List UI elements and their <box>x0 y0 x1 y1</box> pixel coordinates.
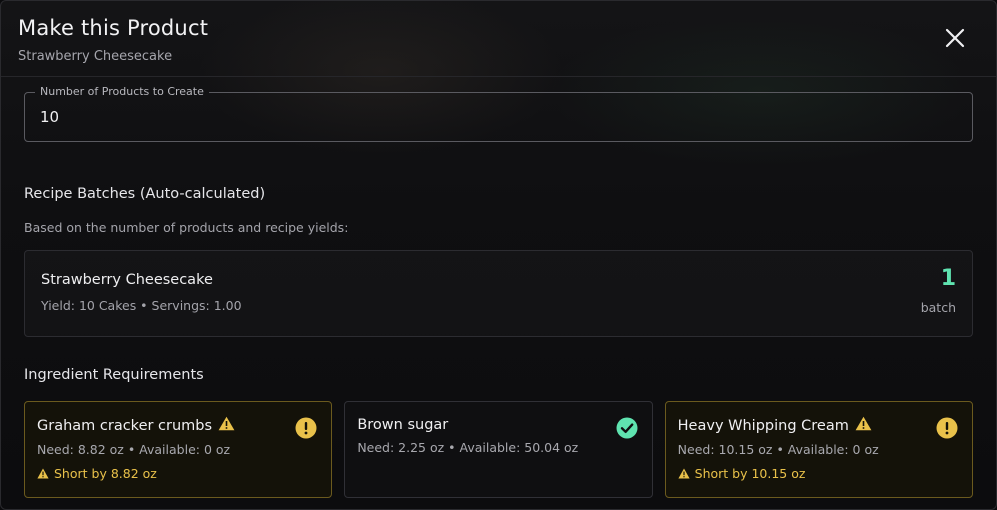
make-product-dialog: Make this Product Strawberry Cheesecake … <box>0 0 997 510</box>
dialog-title: Make this Product <box>18 16 209 40</box>
ingredient-shortage-text: Short by 8.82 oz <box>54 466 157 481</box>
ingredient-card: Graham cracker crumbs Need: 8.82 oz • Av… <box>24 401 333 498</box>
warning-triangle-icon <box>678 468 690 479</box>
close-button[interactable] <box>942 25 968 51</box>
ingredient-need: Need: 10.15 oz • Available: 0 oz <box>677 442 879 457</box>
batch-count: 1 <box>940 266 956 291</box>
batches-section-title: Recipe Batches (Auto-calculated) <box>24 186 266 202</box>
ingredient-name: Brown sugar <box>357 417 449 433</box>
ingredient-card: Brown sugar Need: 2.25 oz • Available: 5… <box>344 401 653 498</box>
ingredient-name-row: Graham cracker crumbs <box>37 416 319 436</box>
check-circle-icon <box>616 417 638 439</box>
warning-triangle-icon <box>218 416 235 436</box>
ingredient-need: Need: 2.25 oz • Available: 50.04 oz <box>357 440 579 455</box>
ingredient-name: Heavy Whipping Cream <box>677 418 849 434</box>
batches-description: Based on the number of products and reci… <box>24 220 349 235</box>
warning-circle-icon <box>295 417 317 439</box>
ingredients-section-title: Ingredient Requirements <box>24 367 204 383</box>
ingredient-name-row: Brown sugar <box>357 416 639 434</box>
ingredient-shortage: Short by 8.82 oz <box>37 466 319 481</box>
warning-triangle-icon <box>855 416 872 436</box>
batch-recipe-meta: Yield: 10 Cakes • Servings: 1.00 <box>41 298 242 313</box>
dialog-body: Number of Products to Create Recipe Batc… <box>1 85 996 498</box>
quantity-field-label: Number of Products to Create <box>35 85 209 99</box>
ingredient-name: Graham cracker crumbs <box>37 418 213 434</box>
dialog-header: Make this Product Strawberry Cheesecake <box>1 1 996 77</box>
close-icon <box>945 28 965 48</box>
quantity-input[interactable] <box>40 108 940 126</box>
ingredient-grid: Graham cracker crumbs Need: 8.82 oz • Av… <box>24 401 973 498</box>
batch-unit: batch <box>920 300 956 315</box>
warning-circle-icon <box>936 417 958 439</box>
ingredient-name-row: Heavy Whipping Cream <box>678 416 960 436</box>
batch-card: Strawberry Cheesecake Yield: 10 Cakes • … <box>24 250 973 337</box>
ingredient-shortage-text: Short by 10.15 oz <box>694 466 806 481</box>
ingredient-shortage: Short by 10.15 oz <box>678 466 960 481</box>
dialog-subtitle: Strawberry Cheesecake <box>18 49 173 64</box>
quantity-field: Number of Products to Create <box>24 85 973 142</box>
warning-triangle-icon <box>37 468 49 479</box>
ingredient-card: Heavy Whipping Cream Need: 10.15 oz • Av… <box>664 401 973 498</box>
ingredient-need: Need: 8.82 oz • Available: 0 oz <box>37 442 231 457</box>
batch-recipe-name: Strawberry Cheesecake <box>41 272 213 288</box>
